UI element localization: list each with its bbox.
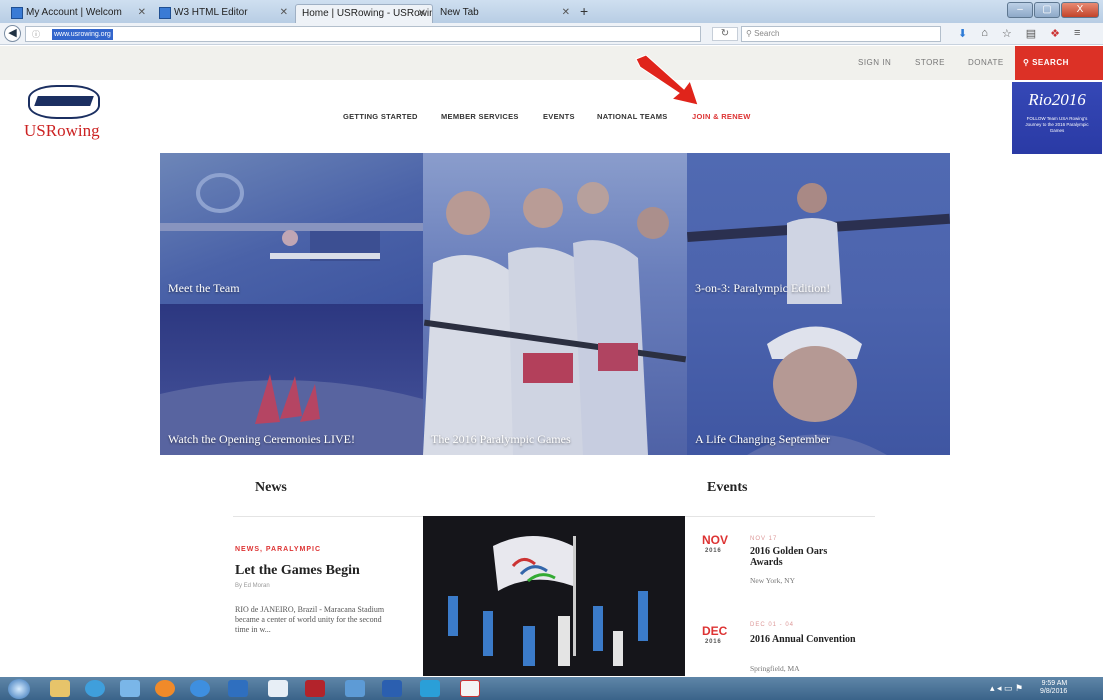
reload-icon[interactable]: ↻: [712, 27, 738, 41]
internet-explorer-icon[interactable]: [190, 680, 210, 697]
snipping-tool-icon[interactable]: [268, 680, 288, 697]
tile-life-changing-september[interactable]: A Life Changing September: [687, 304, 950, 455]
search-icon: ⚲: [746, 29, 755, 38]
nav-member-services[interactable]: MEMBER SERVICES: [441, 80, 519, 153]
event-year: 2016: [705, 639, 722, 645]
clock-time: 9:59 AM: [1041, 680, 1068, 687]
bookmark-star-icon[interactable]: ☆: [1002, 27, 1012, 40]
tile-caption: 3-on-3: Paralympic Edition!: [695, 281, 831, 295]
browser-nav-bar: ◀ ⓘ www.usrowing.org ↻ ⚲ Search ⬇ ⌂ ☆ ▤ …: [0, 23, 1103, 45]
window-controls: – ▢ X: [1006, 2, 1099, 18]
download-icon[interactable]: ⬇: [958, 27, 967, 40]
news-category[interactable]: NEWS, PARALYMPIC: [235, 546, 321, 553]
sign-in-link[interactable]: SIGN IN: [858, 46, 891, 80]
tab-favicon-icon: [11, 7, 23, 19]
skype-icon[interactable]: [420, 680, 440, 697]
minimize-button[interactable]: –: [1007, 2, 1033, 18]
home-icon[interactable]: ⌂: [981, 27, 988, 40]
nav-getting-started[interactable]: GETTING STARTED: [343, 80, 418, 153]
event-month: NOV: [702, 533, 729, 547]
back-arrow-icon[interactable]: ◀: [4, 25, 21, 42]
news-heading: News: [255, 480, 287, 495]
tile-meet-the-team[interactable]: Meet the Team: [160, 153, 423, 304]
news-headline[interactable]: Let the Games Begin: [235, 563, 360, 579]
file-explorer-icon[interactable]: [50, 680, 70, 697]
close-tab-icon[interactable]: ✕: [138, 7, 146, 18]
logo-wordmark: USRowing: [24, 121, 100, 140]
hero-tile-grid: Meet the Team Watch the Opening Ceremoni…: [160, 153, 950, 455]
start-button-icon[interactable]: [8, 679, 30, 699]
usrowing-logo[interactable]: USRowing: [24, 83, 102, 145]
annotation-arrow-icon: [635, 55, 699, 106]
nav-events[interactable]: EVENTS: [543, 80, 575, 153]
store-link[interactable]: STORE: [915, 46, 945, 80]
event-name[interactable]: 2016 Annual Convention: [750, 634, 860, 645]
reading-list-icon[interactable]: ▤: [1026, 27, 1036, 40]
logo-mark: [28, 85, 100, 119]
event-date: DEC 01 - 04: [750, 622, 795, 628]
url-text: www.usrowing.org: [52, 29, 113, 40]
news-card[interactable]: [233, 516, 423, 670]
event-location: Springfield, MA: [750, 664, 800, 673]
tile-caption: A Life Changing September: [695, 432, 830, 446]
event-month: DEC: [702, 624, 728, 638]
donate-link[interactable]: DONATE: [968, 46, 1004, 80]
event-location: New York, NY: [750, 576, 796, 585]
url-bar[interactable]: ⓘ www.usrowing.org: [25, 26, 701, 42]
new-tab-button[interactable]: +: [580, 3, 588, 19]
tile-caption: The 2016 Paralympic Games: [431, 432, 571, 446]
menu-icon[interactable]: ≡: [1074, 27, 1080, 40]
outlook-icon[interactable]: [228, 680, 248, 697]
clock[interactable]: 9:59 AM 9/8/2016: [1040, 680, 1067, 696]
browser-tab[interactable]: W3 HTML Editor ✕: [154, 4, 294, 23]
extension-icon[interactable]: ❖: [1050, 27, 1060, 40]
news-excerpt: RIO de JANEIRO, Brazil - Maracana Stadiu…: [235, 605, 385, 634]
rio2016-banner[interactable]: Rio2016 FOLLOW Team USA Rowing's Journey…: [1012, 82, 1102, 154]
maximize-button[interactable]: ▢: [1034, 2, 1060, 18]
download-manager-icon[interactable]: [345, 680, 365, 697]
system-tray-icons[interactable]: ▴ ◂ ▭ ⚑: [990, 683, 1023, 694]
browser-tab[interactable]: New Tab ✕: [434, 4, 576, 23]
news-byline: By Ed Moran: [235, 583, 270, 589]
browser-tab-active[interactable]: Home | USRowing - USRowing ✕: [295, 4, 433, 23]
access-icon[interactable]: [305, 680, 325, 697]
event-year: 2016: [705, 548, 722, 554]
clock-date: 9/8/2016: [1040, 688, 1068, 695]
acrobat-icon[interactable]: [460, 680, 480, 697]
tile-opening-ceremonies[interactable]: Watch the Opening Ceremonies LIVE!: [160, 304, 423, 455]
event-name[interactable]: 2016 Golden Oars Awards: [750, 546, 860, 568]
close-window-button[interactable]: X: [1061, 2, 1099, 18]
network-icon[interactable]: [120, 680, 140, 697]
events-heading: Events: [707, 480, 748, 495]
tile-caption: Meet the Team: [168, 281, 240, 295]
tile-paralympic-games[interactable]: The 2016 Paralympic Games: [423, 153, 687, 455]
news-photo[interactable]: [423, 516, 685, 676]
media-player-icon[interactable]: [85, 680, 105, 697]
browser-toolbar: ⬇ ⌂ ☆ ▤ ❖ ≡: [958, 27, 1080, 40]
info-icon[interactable]: ⓘ: [32, 29, 40, 40]
event-date: NOV 17: [750, 536, 778, 542]
site-search-button[interactable]: ⚲ SEARCH: [1015, 46, 1103, 80]
browser-tab[interactable]: My Account | Welcom ✕: [6, 4, 152, 23]
rio-title: Rio2016: [1028, 90, 1086, 109]
rio-subtitle: FOLLOW Team USA Rowing's Journey to the …: [1025, 116, 1089, 133]
browser-tab-strip: My Account | Welcom ✕ W3 HTML Editor ✕ Hom…: [0, 0, 1103, 23]
tile-caption: Watch the Opening Ceremonies LIVE!: [168, 432, 355, 446]
tab-favicon-icon: [159, 7, 171, 19]
search-icon: ⚲: [1023, 58, 1033, 67]
close-tab-icon[interactable]: ✕: [280, 7, 288, 18]
close-tab-icon[interactable]: ✕: [562, 7, 570, 18]
browser-search-input[interactable]: ⚲ Search: [741, 26, 941, 42]
crew-photo: [423, 182, 687, 455]
flag-bearer-photo: [448, 536, 648, 666]
firefox-icon[interactable]: [155, 680, 175, 697]
tile-3on3-paralympic[interactable]: 3-on-3: Paralympic Edition!: [687, 153, 950, 304]
close-tab-icon[interactable]: ✕: [418, 8, 426, 19]
word-icon[interactable]: [382, 680, 402, 697]
